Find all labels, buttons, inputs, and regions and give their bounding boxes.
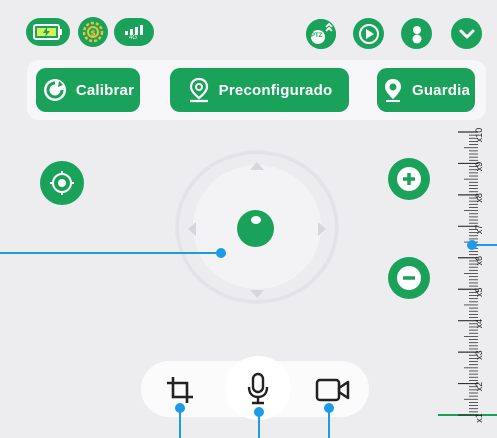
zoom-ruler-label: x10 — [474, 128, 484, 142]
video-camera-icon — [315, 378, 350, 402]
arrow-up-icon — [250, 162, 264, 170]
callout-dot-crop — [175, 403, 185, 413]
zoom-ruler-label: x4 — [474, 319, 484, 329]
ptz-label: PTZ — [311, 33, 323, 39]
location-pin-icon — [189, 77, 208, 103]
crosshair-icon — [50, 171, 74, 195]
guard-label: Guardia — [411, 81, 471, 99]
zoom-ruler-label: x1 — [474, 413, 484, 423]
preset-label: Preconfigurado — [218, 81, 333, 99]
mic-icon-wrap — [243, 371, 273, 407]
callout-line-joystick — [0, 252, 220, 254]
power-saving-icon: $ — [78, 17, 108, 47]
guard-pin-icon — [384, 79, 401, 102]
user-icon — [412, 25, 421, 43]
preset-button[interactable]: Preconfigurado — [170, 68, 349, 112]
zoom-out-button[interactable] — [388, 257, 430, 299]
chevron-down-icon — [459, 29, 474, 38]
ptz-button[interactable]: PTZ — [306, 19, 336, 49]
callout-dot-ruler — [467, 240, 477, 250]
dropdown-button[interactable] — [451, 18, 482, 49]
zoom-ruler[interactable]: x1 x2 x3 x4 x5 x6 x7 x8 x9 x10 — [438, 128, 497, 428]
user-button[interactable] — [401, 18, 432, 49]
microphone-icon — [247, 372, 269, 405]
play-icon — [358, 23, 379, 44]
battery-charging-icon — [33, 24, 62, 40]
calibrate-button[interactable]: Calibrar — [36, 68, 140, 112]
calibrate-icon — [43, 79, 66, 101]
record-button[interactable] — [313, 374, 353, 406]
crop-icon — [167, 377, 193, 403]
zoom-in-button[interactable] — [388, 158, 430, 200]
arrow-left-icon — [188, 222, 196, 236]
battery-indicator — [26, 18, 70, 46]
callout-dot-mic — [254, 407, 264, 417]
zoom-ruler-label: x9 — [474, 162, 484, 172]
zoom-ruler-label: x7 — [474, 225, 484, 235]
knob-highlight — [251, 216, 261, 224]
minus-icon — [397, 266, 421, 290]
plus-icon — [397, 167, 421, 191]
calibrate-label: Calibrar — [75, 81, 135, 99]
zoom-ruler-label: x6 — [474, 256, 484, 266]
callout-dot-record — [324, 403, 334, 413]
guard-button[interactable]: Guardia — [377, 68, 475, 112]
signal-label: 4G — [129, 35, 138, 41]
playback-button[interactable] — [353, 18, 384, 49]
focus-target-button[interactable] — [40, 161, 84, 205]
zoom-ruler-label: x5 — [474, 287, 484, 297]
svg-text:$: $ — [90, 29, 96, 38]
signal-indicator: 4G — [114, 18, 154, 46]
callout-dot-joystick — [216, 248, 226, 258]
arrow-right-icon — [318, 222, 326, 236]
zoom-ruler-label: x8 — [474, 193, 484, 203]
zoom-ruler-label: x3 — [474, 350, 484, 360]
joystick-knob[interactable] — [237, 210, 274, 247]
zoom-ruler-label: x2 — [474, 382, 484, 392]
arrow-down-icon — [250, 290, 264, 298]
